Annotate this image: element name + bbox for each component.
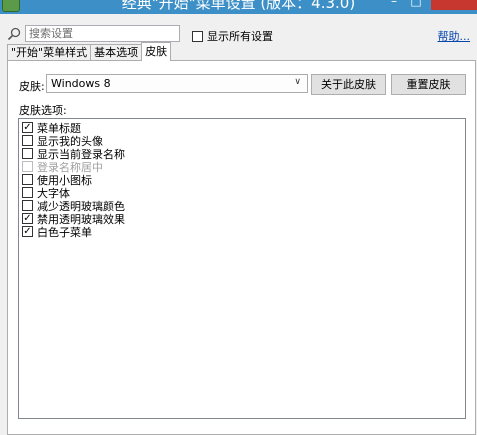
skin-panel: 皮肤: Windows 8 ∨ 关于此皮肤 重置皮肤 皮肤选项: 菜单标题 显示… [7, 60, 476, 435]
checkbox[interactable] [22, 187, 33, 198]
skin-label: 皮肤: [19, 80, 45, 93]
maximize-icon[interactable]: □ [405, 0, 427, 8]
minimize-icon[interactable]: – [383, 0, 405, 8]
help-link[interactable]: 帮助... [438, 28, 471, 44]
title-bar[interactable]: 经典"开始"菜单设置 (版本：4.3.0) – □ [0, 0, 477, 14]
checkbox[interactable] [22, 161, 33, 172]
close-button[interactable] [431, 0, 477, 10]
option-label: 白色子菜单 [37, 225, 92, 239]
skin-selected-value: Windows 8 [51, 77, 111, 90]
search-icon [7, 27, 21, 41]
checkbox[interactable] [22, 213, 33, 224]
skin-options-label: 皮肤选项: [19, 104, 67, 117]
checkbox[interactable] [22, 174, 33, 185]
checkbox[interactable] [22, 200, 33, 211]
checkbox[interactable] [192, 30, 203, 42]
option-small-icons[interactable]: 使用小图标 [22, 173, 462, 187]
tab-strip: "开始"菜单样式 基本选项 皮肤 [7, 42, 172, 61]
search-input[interactable] [25, 25, 180, 42]
checkbox[interactable] [22, 148, 33, 159]
show-all-settings-checkbox[interactable]: 显示所有设置 [192, 28, 273, 44]
chevron-down-icon: ∨ [294, 77, 301, 87]
tab-start-menu-style[interactable]: "开始"菜单样式 [7, 44, 92, 61]
about-skin-button[interactable]: 关于此皮肤 [311, 74, 386, 95]
option-white-submenus[interactable]: 白色子菜单 [22, 225, 462, 239]
skin-options-list: 菜单标题 显示我的头像 显示当前登录名称 登录名称居中 使用小图标 大字体 减少… [18, 118, 466, 419]
tab-basic-options[interactable]: 基本选项 [90, 44, 143, 61]
checkbox[interactable] [22, 135, 33, 146]
skin-dropdown[interactable]: Windows 8 ∨ [46, 74, 308, 93]
reset-skin-button[interactable]: 重置皮肤 [391, 74, 466, 95]
checkbox[interactable] [22, 122, 33, 133]
show-all-settings-label: 显示所有设置 [207, 30, 273, 43]
tab-skin[interactable]: 皮肤 [141, 42, 172, 61]
checkbox[interactable] [22, 226, 33, 237]
